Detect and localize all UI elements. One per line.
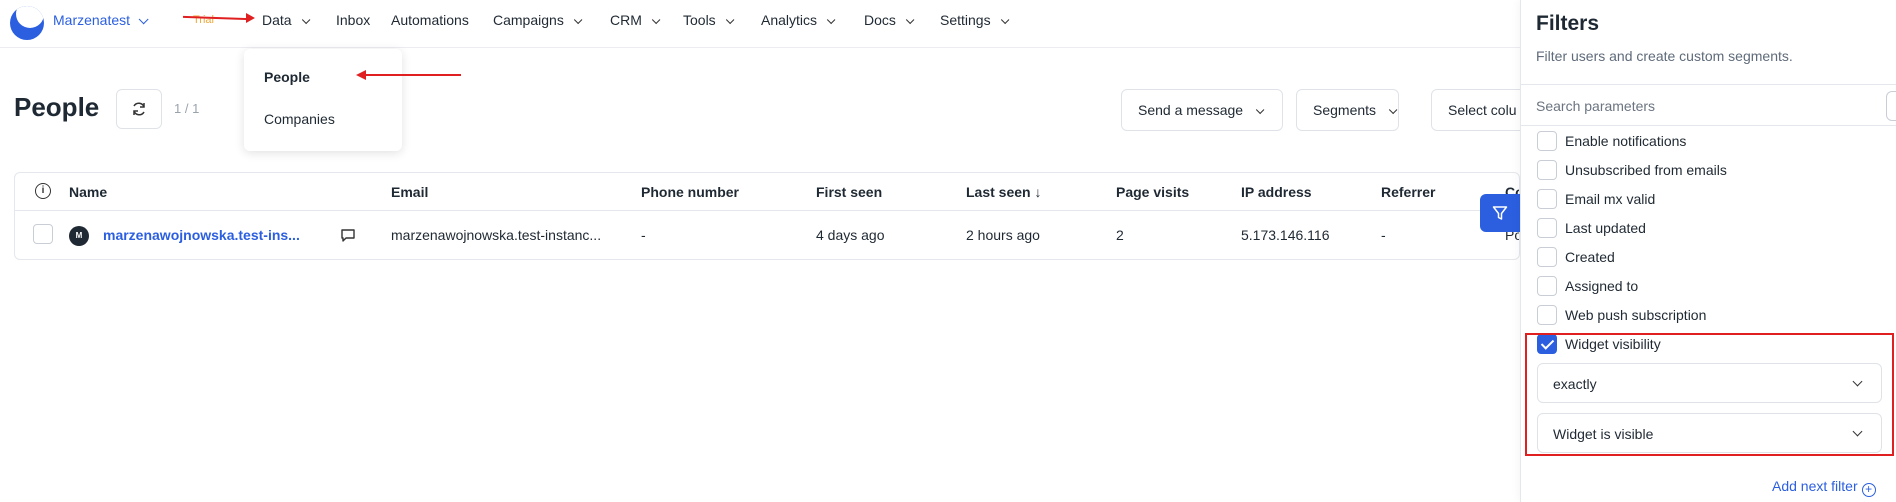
data-dropdown-menu: People Companies [244,49,402,151]
info-icon[interactable]: i [35,183,51,199]
page-count: 1 / 1 [174,101,200,116]
app-logo-icon[interactable] [10,6,44,40]
row-last-seen: 2 hours ago [966,227,1040,243]
chevron-down-icon [1255,105,1265,115]
row-page-visits: 2 [1116,227,1124,243]
row-phone: - [641,227,646,243]
chevron-down-icon [1388,105,1398,115]
search-button[interactable] [1886,91,1896,121]
filters-title: Filters [1536,12,1600,35]
row-email: marzenawojnowska.test-instanc... [391,227,602,243]
row-first-seen: 4 days ago [816,227,885,243]
refresh-icon [133,102,145,116]
nav-tools[interactable]: Tools [683,12,735,28]
checkbox[interactable] [1537,218,1557,238]
segments-button[interactable]: Segments [1296,89,1399,131]
chevron-down-icon [826,15,836,25]
column-header-page-visits[interactable]: Page visits [1116,184,1189,200]
nav-automations[interactable]: Automations [391,12,469,28]
annotation-highlight-box [1525,333,1894,456]
column-header-phone[interactable]: Phone number [641,184,739,200]
nav-analytics[interactable]: Analytics [761,12,836,28]
row-referrer: - [1381,227,1386,243]
nav-settings[interactable]: Settings [940,12,1009,28]
column-header-ip-address[interactable]: IP address [1241,184,1312,200]
top-navigation-bar: Marzenatest Trial Data Inbox Automations… [0,0,1520,48]
chevron-down-icon [651,15,661,25]
column-header-last-seen[interactable]: Last seen ↓ [966,184,1041,200]
plus-circle-icon: + [1861,483,1876,497]
search-parameters-input[interactable] [1536,94,1866,118]
checkbox[interactable] [1537,247,1557,267]
column-header-name[interactable]: Name [69,184,107,200]
sort-descending-icon: ↓ [1034,184,1042,200]
annotation-arrowhead-data [246,13,255,23]
chevron-down-icon [301,15,310,25]
checkbox[interactable] [1537,189,1557,209]
checkbox[interactable] [1537,305,1557,325]
column-header-email[interactable]: Email [391,184,428,200]
chevron-down-icon [725,15,735,25]
nav-data[interactable]: Data [262,12,310,28]
chevron-down-icon [1000,15,1009,25]
menu-item-people[interactable]: People [264,69,310,85]
nav-inbox[interactable]: Inbox [336,12,370,28]
menu-item-companies[interactable]: Companies [264,111,335,127]
nav-campaigns[interactable]: Campaigns [493,12,583,28]
row-name-link[interactable]: marzenawojnowska.test-ins... [103,227,300,243]
nav-docs[interactable]: Docs [864,12,915,28]
annotation-arrowhead-people [356,70,366,80]
table-header: i Name Email Phone number First seen Las… [15,173,1519,211]
people-table: i Name Email Phone number First seen Las… [14,172,1520,260]
row-checkbox[interactable] [33,224,53,244]
filter-toggle-button[interactable] [1480,194,1520,232]
column-header-first-seen[interactable]: First seen [816,184,882,200]
chevron-down-icon [138,14,149,25]
column-header-referrer[interactable]: Referrer [1381,184,1435,200]
annotation-arrow-people [366,74,461,76]
send-message-button[interactable]: Send a message [1121,89,1283,131]
refresh-button[interactable] [116,89,162,129]
chat-icon[interactable] [340,227,356,243]
checkbox[interactable] [1537,276,1557,296]
checkbox[interactable] [1537,131,1557,151]
account-name: Marzenatest [53,12,131,28]
row-ip-address: 5.173.146.116 [1241,227,1330,243]
account-switcher[interactable]: Marzenatest [53,12,149,28]
filters-subtitle: Filter users and create custom segments. [1536,48,1793,64]
nav-crm[interactable]: CRM [610,12,661,28]
search-parameters-row [1521,84,1896,126]
chevron-down-icon [573,15,583,25]
checkbox[interactable] [1537,160,1557,180]
funnel-icon [1492,206,1508,220]
page-title: People [14,92,100,122]
avatar: M [69,226,89,246]
add-next-filter-link[interactable]: Add next filter + [1772,478,1876,497]
chevron-down-icon [905,15,915,25]
